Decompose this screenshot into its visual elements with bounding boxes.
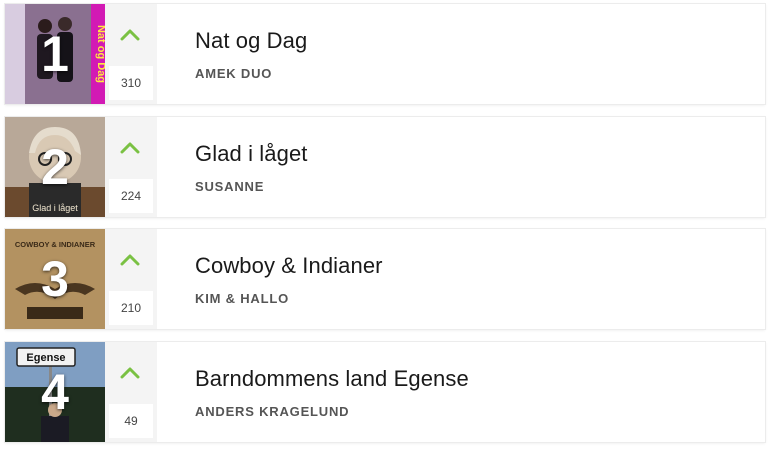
song-title[interactable]: Nat og Dag — [195, 28, 307, 54]
list-item[interactable]: Nat og Dag 1 310 Nat og Dag AMEK DUO — [5, 4, 765, 104]
vote-panel: 224 — [105, 117, 157, 217]
rank-number: 1 — [41, 26, 69, 82]
rank-number: 3 — [41, 251, 69, 307]
song-chart-list: Nat og Dag 1 310 Nat og Dag AMEK DUO Gla… — [0, 0, 770, 449]
album-cover: COWBOY & INDIANER 3 — [5, 229, 105, 329]
upvote-button[interactable] — [115, 245, 145, 275]
album-cover: Egense 4 — [5, 342, 105, 442]
album-cover: Nat og Dag 1 — [5, 4, 105, 104]
song-artist[interactable]: SUSANNE — [195, 179, 264, 194]
rank-number: 4 — [41, 364, 69, 420]
vote-count: 310 — [109, 66, 153, 100]
song-info: Nat og Dag AMEK DUO — [195, 4, 755, 104]
song-info: Cowboy & Indianer KIM & HALLO — [195, 229, 755, 329]
vote-panel: 310 — [105, 4, 157, 104]
rank-number: 2 — [41, 139, 69, 195]
chevron-up-icon — [120, 367, 140, 379]
song-title[interactable]: Glad i låget — [195, 141, 308, 167]
vote-panel: 210 — [105, 229, 157, 329]
upvote-button[interactable] — [115, 358, 145, 388]
vote-count: 210 — [109, 291, 153, 325]
chevron-up-icon — [120, 142, 140, 154]
vote-count: 49 — [109, 404, 153, 438]
vote-panel: 49 — [105, 342, 157, 442]
song-artist[interactable]: AMEK DUO — [195, 66, 272, 81]
song-title[interactable]: Cowboy & Indianer — [195, 253, 383, 279]
chevron-up-icon — [120, 254, 140, 266]
list-item[interactable]: Egense 4 49 Barndommens land Egense ANDE… — [5, 342, 765, 442]
song-info: Glad i låget SUSANNE — [195, 117, 755, 217]
song-artist[interactable]: KIM & HALLO — [195, 291, 289, 306]
song-artist[interactable]: ANDERS KRAGELUND — [195, 404, 349, 419]
vote-count: 224 — [109, 179, 153, 213]
upvote-button[interactable] — [115, 20, 145, 50]
chevron-up-icon — [120, 29, 140, 41]
list-item[interactable]: COWBOY & INDIANER 3 210 Cowboy & Indiane… — [5, 229, 765, 329]
list-item[interactable]: Glad i låget 2 224 Glad i låget SUSANNE — [5, 117, 765, 217]
album-cover: Glad i låget 2 — [5, 117, 105, 217]
upvote-button[interactable] — [115, 133, 145, 163]
song-title[interactable]: Barndommens land Egense — [195, 366, 469, 392]
song-info: Barndommens land Egense ANDERS KRAGELUND — [195, 342, 755, 442]
